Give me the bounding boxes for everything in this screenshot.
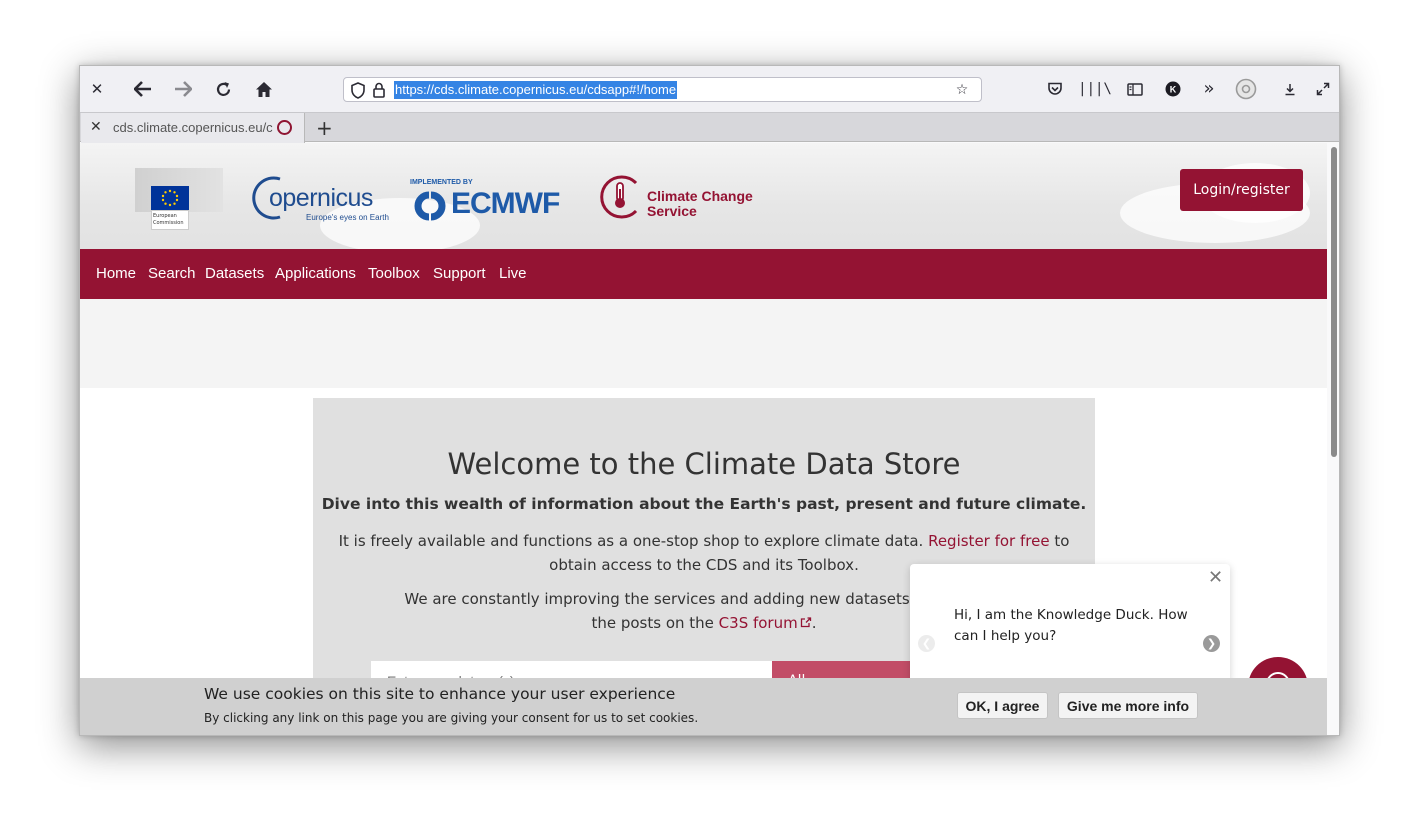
c3s-forum-link[interactable]: C3S forum xyxy=(719,614,812,632)
reload-icon[interactable] xyxy=(212,78,234,100)
cookie-agree-button[interactable]: OK, I agree xyxy=(957,692,1048,719)
shield-icon[interactable] xyxy=(347,79,369,101)
eu-logo[interactable]: European Commission xyxy=(135,168,223,230)
nav-datasets[interactable]: Datasets xyxy=(205,265,264,282)
header-banner: European Commission opernicus Europe's e… xyxy=(80,143,1327,249)
browser-toolbar: ✕ https://cds.climate.copernicus.eu/cdsa… xyxy=(80,66,1339,112)
copernicus-logo[interactable]: opernicus Europe's eyes on Earth xyxy=(252,173,389,223)
chat-close-icon[interactable]: ✕ xyxy=(1208,567,1223,588)
eu-flag-icon xyxy=(151,186,189,210)
c3s-line2: Service xyxy=(647,203,697,219)
nav-live[interactable]: Live xyxy=(499,265,527,282)
pocket-icon[interactable] xyxy=(1044,78,1066,100)
nav-search[interactable]: Search xyxy=(148,265,196,282)
url-text[interactable]: https://cds.climate.copernicus.eu/cdsapp… xyxy=(394,81,678,99)
download-icon[interactable] xyxy=(1279,78,1301,100)
cookie-heading: We use cookies on this site to enhance y… xyxy=(204,685,676,703)
bookmark-star-icon[interactable]: ☆ xyxy=(951,79,973,101)
welcome-title: Welcome to the Climate Data Store xyxy=(447,447,961,481)
browser-window: ✕ https://cds.climate.copernicus.eu/cdsa… xyxy=(79,65,1340,736)
eu-logo-line1: European xyxy=(153,213,177,219)
page-scrollbar[interactable] xyxy=(1327,143,1339,735)
new-tab-icon[interactable]: + xyxy=(316,116,333,140)
page-content: European Commission opernicus Europe's e… xyxy=(80,143,1327,735)
sidebar-icon[interactable] xyxy=(1124,78,1146,100)
forward-icon[interactable] xyxy=(172,78,194,100)
account-icon[interactable]: K xyxy=(1162,78,1184,100)
cookie-more-info-button[interactable]: Give me more info xyxy=(1058,692,1198,719)
grey-band xyxy=(80,299,1327,388)
cookie-text: By clicking any link on this page you ar… xyxy=(204,711,699,725)
ecmwf-logo[interactable]: IMPLEMENTED BY ECMWF xyxy=(409,179,579,223)
c3s-line1: Climate Change xyxy=(647,188,753,204)
eu-logo-line2: Commission xyxy=(153,220,184,226)
chat-popup: ✕ Hi, I am the Knowledge Duck. How can I… xyxy=(910,564,1230,682)
scrollbar-thumb[interactable] xyxy=(1331,147,1337,457)
lock-icon[interactable] xyxy=(368,79,390,101)
chat-message: Hi, I am the Knowledge Duck. How can I h… xyxy=(954,607,1188,644)
tab-strip: ✕ cds.climate.copernicus.eu/c + xyxy=(80,112,1339,143)
home-icon[interactable] xyxy=(253,78,275,100)
welcome-subtitle: Dive into this wealth of information abo… xyxy=(321,495,1087,513)
extension-icon[interactable] xyxy=(1235,78,1257,100)
overflow-icon[interactable]: » xyxy=(1198,78,1220,100)
main-nav: Home Search Datasets Applications Toolbo… xyxy=(80,249,1327,299)
thermometer-icon xyxy=(600,175,638,219)
tab-title[interactable]: cds.climate.copernicus.eu/c xyxy=(113,120,273,135)
nav-applications[interactable]: Applications xyxy=(275,265,356,282)
ecmwf-mark-icon xyxy=(414,191,446,221)
library-icon[interactable]: |||\ xyxy=(1078,78,1112,100)
c3s-logo[interactable]: Climate Change Service xyxy=(598,173,758,221)
nav-toolbox[interactable]: Toolbox xyxy=(368,265,420,282)
register-link[interactable]: Register for free xyxy=(928,532,1050,550)
tab-cds[interactable]: ✕ cds.climate.copernicus.eu/c xyxy=(81,113,305,143)
cookie-banner: We use cookies on this site to enhance y… xyxy=(80,678,1327,735)
nav-home[interactable]: Home xyxy=(96,265,136,282)
chat-prev-icon[interactable]: ❮ xyxy=(918,635,935,652)
external-link-icon xyxy=(800,617,811,628)
tab-close-icon[interactable]: ✕ xyxy=(90,119,102,135)
back-icon[interactable] xyxy=(132,78,154,100)
fullscreen-icon[interactable] xyxy=(1312,78,1334,100)
copernicus-wordmark: opernicus xyxy=(269,184,373,212)
chat-next-icon[interactable]: ❯ xyxy=(1203,635,1220,652)
ecmwf-implemented-by: IMPLEMENTED BY xyxy=(410,179,473,186)
ecmwf-wordmark: ECMWF xyxy=(451,187,560,220)
close-icon[interactable]: ✕ xyxy=(86,78,108,100)
copernicus-tagline: Europe's eyes on Earth xyxy=(306,213,389,222)
favicon-icon xyxy=(277,120,292,135)
url-bar[interactable]: https://cds.climate.copernicus.eu/cdsapp… xyxy=(343,77,982,102)
nav-support[interactable]: Support xyxy=(433,265,486,282)
login-register-button[interactable]: Login/register xyxy=(1180,169,1303,211)
svg-text:K: K xyxy=(1170,85,1177,95)
